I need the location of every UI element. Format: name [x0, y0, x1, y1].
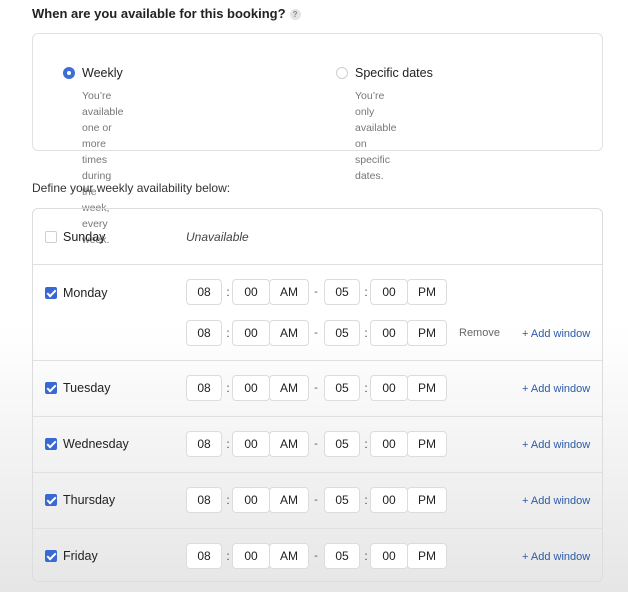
end-ampm-select[interactable]: PM [407, 543, 447, 569]
time-colon: : [226, 285, 230, 299]
availability-question: When are you available for this booking?… [32, 6, 301, 21]
tuesday-label: Tuesday [63, 381, 111, 395]
start-ampm-select[interactable]: AM [269, 543, 309, 569]
time-colon: : [364, 381, 368, 395]
end-minute-input[interactable]: 00 [370, 431, 408, 457]
day-row-thursday: Thursday 08 : 00 AM - 05 : 00 PM + Add w… [33, 473, 602, 529]
start-hour-input[interactable]: 08 [186, 543, 222, 569]
start-minute-input[interactable]: 00 [232, 487, 270, 513]
start-minute-input[interactable]: 00 [232, 375, 270, 401]
tuesday-checkbox[interactable] [45, 382, 57, 394]
end-hour-input[interactable]: 05 [324, 487, 360, 513]
start-minute-input[interactable]: 00 [232, 279, 270, 305]
start-minute-input[interactable]: 00 [232, 431, 270, 457]
end-hour-input[interactable]: 05 [324, 320, 360, 346]
end-minute-input[interactable]: 00 [370, 320, 408, 346]
time-colon: : [226, 493, 230, 507]
sunday-checkbox[interactable] [45, 231, 57, 243]
wednesday-label: Wednesday [63, 437, 129, 451]
sunday-label: Sunday [63, 230, 106, 244]
end-minute-input[interactable]: 00 [370, 543, 408, 569]
wednesday-checkbox[interactable] [45, 438, 57, 450]
start-hour-input[interactable]: 08 [186, 487, 222, 513]
range-dash: - [314, 550, 318, 562]
end-minute-input[interactable]: 00 [370, 279, 408, 305]
add-window-button[interactable]: + Add window [522, 439, 590, 451]
time-colon: : [226, 381, 230, 395]
availability-type-card: Weekly You’re available one or more time… [32, 33, 603, 246]
start-ampm-select[interactable]: AM [269, 320, 309, 346]
sunday-unavailable-text: Unavailable [186, 230, 249, 244]
day-row-monday: Monday 08 : 00 AM - 05 : 00 PM 08 : 00 A… [33, 265, 602, 361]
time-colon: : [364, 326, 368, 340]
end-minute-input[interactable]: 00 [370, 487, 408, 513]
weekly-availability-subtitle: Define your weekly availability below: [32, 181, 231, 195]
day-row-wednesday: Wednesday 08 : 00 AM - 05 : 00 PM + Add … [33, 417, 602, 473]
day-row-sunday: Sunday Unavailable [33, 209, 602, 265]
range-dash: - [314, 494, 318, 506]
add-window-button[interactable]: + Add window [522, 383, 590, 395]
start-hour-input[interactable]: 08 [186, 320, 222, 346]
day-row-tuesday: Tuesday 08 : 00 AM - 05 : 00 PM + Add wi… [33, 361, 602, 417]
start-minute-input[interactable]: 00 [232, 320, 270, 346]
monday-checkbox[interactable] [45, 287, 57, 299]
specific-dates-description: You’re only available on specific dates. [355, 90, 397, 182]
day-row-friday: Friday 08 : 00 AM - 05 : 00 PM + Add win… [33, 529, 602, 581]
remove-window-button[interactable]: Remove [459, 327, 500, 339]
range-dash: - [314, 327, 318, 339]
add-window-button[interactable]: + Add window [522, 495, 590, 507]
time-colon: : [364, 437, 368, 451]
specific-dates-label[interactable]: Specific dates [355, 66, 433, 80]
specific-dates-radio[interactable] [336, 67, 348, 79]
end-hour-input[interactable]: 05 [324, 375, 360, 401]
start-minute-input[interactable]: 00 [232, 543, 270, 569]
start-ampm-select[interactable]: AM [269, 375, 309, 401]
time-colon: : [226, 326, 230, 340]
add-window-button[interactable]: + Add window [522, 328, 590, 340]
time-colon: : [226, 549, 230, 563]
range-dash: - [314, 382, 318, 394]
start-ampm-select[interactable]: AM [269, 487, 309, 513]
add-window-button[interactable]: + Add window [522, 551, 590, 563]
monday-label: Monday [63, 286, 108, 300]
end-minute-input[interactable]: 00 [370, 375, 408, 401]
range-dash: - [314, 438, 318, 450]
end-hour-input[interactable]: 05 [324, 431, 360, 457]
friday-label: Friday [63, 549, 98, 563]
end-ampm-select[interactable]: PM [407, 431, 447, 457]
end-hour-input[interactable]: 05 [324, 543, 360, 569]
start-hour-input[interactable]: 08 [186, 375, 222, 401]
thursday-checkbox[interactable] [45, 494, 57, 506]
time-colon: : [364, 285, 368, 299]
weekly-radio[interactable] [63, 67, 75, 79]
thursday-label: Thursday [63, 493, 116, 507]
end-ampm-select[interactable]: PM [407, 320, 447, 346]
start-hour-input[interactable]: 08 [186, 279, 222, 305]
weekly-label[interactable]: Weekly [82, 66, 123, 80]
friday-checkbox[interactable] [45, 550, 57, 562]
range-dash: - [314, 286, 318, 298]
end-ampm-select[interactable]: PM [407, 375, 447, 401]
start-hour-input[interactable]: 08 [186, 431, 222, 457]
weekly-availability-table: Sunday Unavailable Monday 08 : 00 AM - 0… [32, 208, 603, 582]
help-icon[interactable]: ? [289, 9, 301, 20]
time-colon: : [364, 549, 368, 563]
end-hour-input[interactable]: 05 [324, 279, 360, 305]
start-ampm-select[interactable]: AM [269, 431, 309, 457]
availability-question-text: When are you available for this booking? [32, 6, 286, 21]
time-colon: : [364, 493, 368, 507]
start-ampm-select[interactable]: AM [269, 279, 309, 305]
end-ampm-select[interactable]: PM [407, 279, 447, 305]
end-ampm-select[interactable]: PM [407, 487, 447, 513]
time-colon: : [226, 437, 230, 451]
